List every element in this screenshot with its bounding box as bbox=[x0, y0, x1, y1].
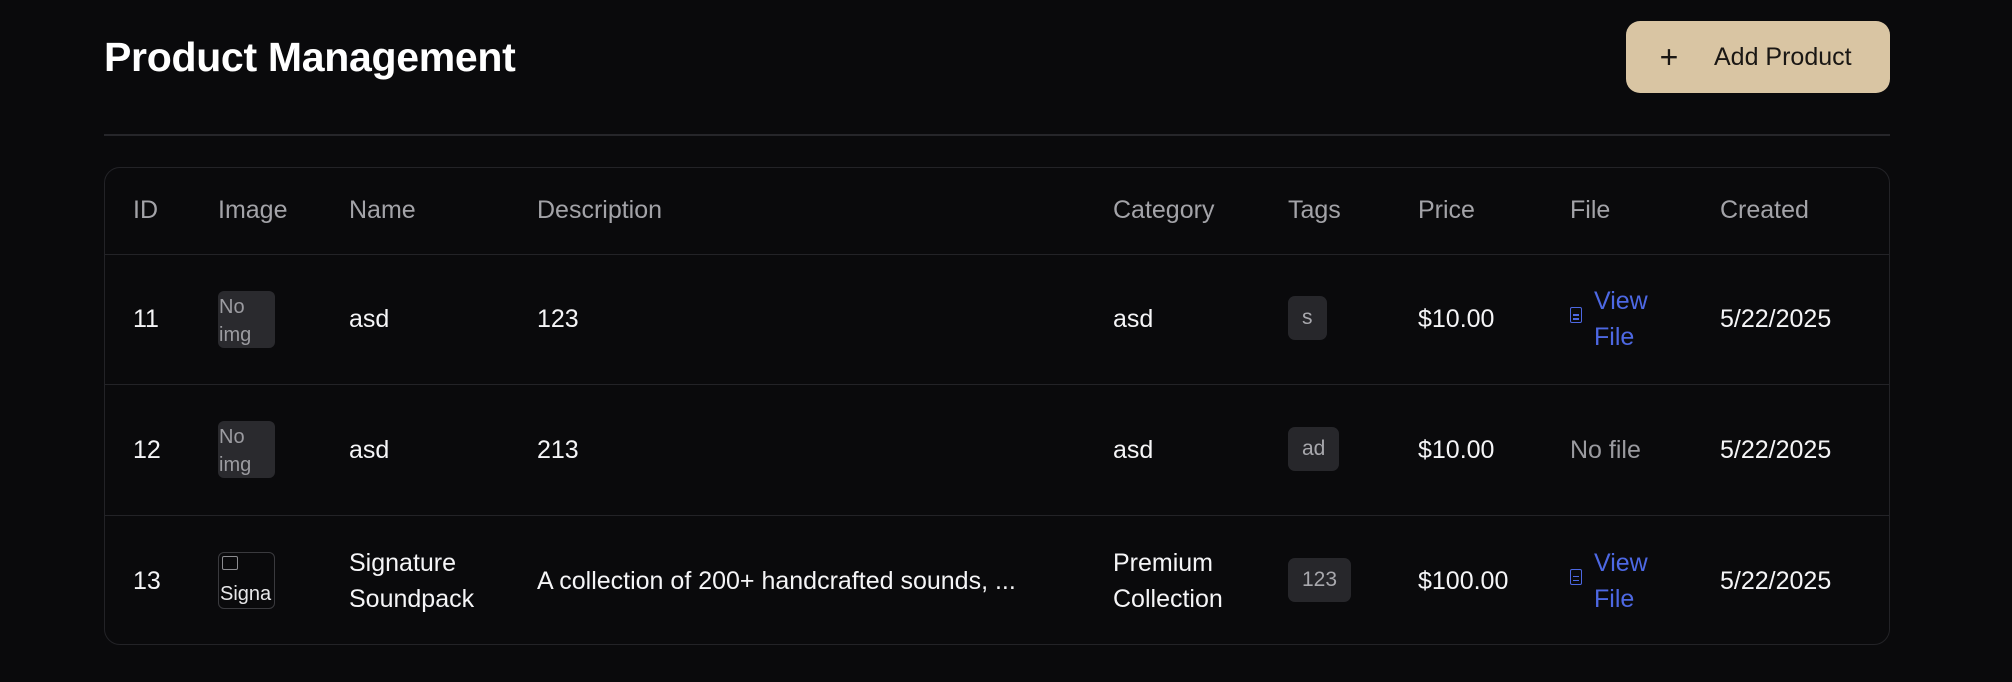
cell-name: asd bbox=[321, 254, 509, 385]
tag-badge: s bbox=[1288, 296, 1327, 341]
file-icon bbox=[1570, 307, 1582, 324]
cell-tags: 123 bbox=[1260, 515, 1390, 644]
page-title: Product Management bbox=[104, 34, 516, 80]
cell-file: View File bbox=[1542, 254, 1692, 385]
broken-image-thumbnail: Signa bbox=[218, 552, 275, 609]
cell-id: 11 bbox=[105, 254, 190, 385]
column-header-category: Category bbox=[1085, 168, 1260, 255]
column-header-tags: Tags bbox=[1260, 168, 1390, 255]
plus-icon: + bbox=[1659, 39, 1679, 75]
cell-id: 12 bbox=[105, 384, 190, 516]
column-header-name: Name bbox=[321, 168, 509, 255]
products-table: ID Image Name Description Category Tags … bbox=[105, 168, 1889, 644]
view-file-link[interactable]: View File bbox=[1570, 545, 1692, 617]
cell-image: Signa bbox=[190, 515, 321, 644]
cell-id: 13 bbox=[133, 566, 161, 595]
cell-tags: s bbox=[1260, 254, 1390, 385]
table-row[interactable]: 12 No img asd 213 asd ad $10.00 No file … bbox=[105, 384, 1889, 516]
file-icon bbox=[1570, 568, 1582, 585]
cell-description: 213 bbox=[509, 384, 1085, 516]
cell-price: $10.00 bbox=[1390, 254, 1542, 385]
image-placeholder: No img bbox=[218, 290, 275, 348]
cell-file: View File bbox=[1542, 515, 1692, 644]
cell-image: No img bbox=[190, 254, 321, 385]
column-header-file: File bbox=[1542, 168, 1692, 255]
table-row[interactable]: 11 No img asd 123 asd s $10.00 View File… bbox=[105, 254, 1889, 385]
table-header-row: ID Image Name Description Category Tags … bbox=[105, 168, 1889, 255]
cell-created: 5/22/2025 bbox=[1692, 254, 1889, 385]
no-file-text: No file bbox=[1570, 435, 1641, 464]
cell-price: $100.00 bbox=[1418, 566, 1509, 595]
cell-name: Signature Soundpack bbox=[349, 548, 475, 613]
cell-category: Premium Collection bbox=[1113, 548, 1223, 613]
cell-price: $10.00 bbox=[1390, 384, 1542, 516]
broken-image-icon bbox=[222, 556, 238, 570]
column-header-id: ID bbox=[105, 168, 190, 255]
image-alt-text: Signa bbox=[220, 583, 272, 605]
cell-name: asd bbox=[321, 384, 509, 516]
products-table-container: ID Image Name Description Category Tags … bbox=[104, 167, 1890, 645]
tag-badge: ad bbox=[1288, 426, 1340, 471]
view-file-link[interactable]: View File bbox=[1570, 283, 1692, 355]
cell-image: No img bbox=[190, 384, 321, 516]
cell-tags: ad bbox=[1260, 384, 1390, 516]
cell-created: 5/22/2025 bbox=[1720, 566, 1832, 595]
column-header-description: Description bbox=[509, 168, 1085, 255]
table-row[interactable]: 13 Signa Signature Soundpack A collectio… bbox=[105, 515, 1889, 644]
cell-created: 5/22/2025 bbox=[1692, 384, 1889, 516]
view-file-label: View File bbox=[1594, 287, 1648, 352]
cell-file: No file bbox=[1542, 384, 1692, 516]
add-product-button[interactable]: + Add Product bbox=[1626, 21, 1890, 93]
cell-category: asd bbox=[1085, 384, 1260, 516]
add-product-label: Add Product bbox=[1714, 42, 1852, 71]
column-header-image: Image bbox=[190, 168, 321, 255]
view-file-label: View File bbox=[1594, 548, 1648, 613]
image-placeholder: No img bbox=[218, 421, 275, 479]
column-header-created: Created bbox=[1692, 168, 1889, 255]
cell-description: A collection of 200+ handcrafted sounds,… bbox=[537, 566, 1016, 595]
page-header: Product Management + Add Product bbox=[104, 0, 1890, 136]
tag-badge: 123 bbox=[1288, 557, 1352, 602]
column-header-price: Price bbox=[1390, 168, 1542, 255]
cell-description: 123 bbox=[509, 254, 1085, 385]
cell-category: asd bbox=[1085, 254, 1260, 385]
product-management-page: Product Management + Add Product ID Imag… bbox=[104, 0, 1890, 645]
